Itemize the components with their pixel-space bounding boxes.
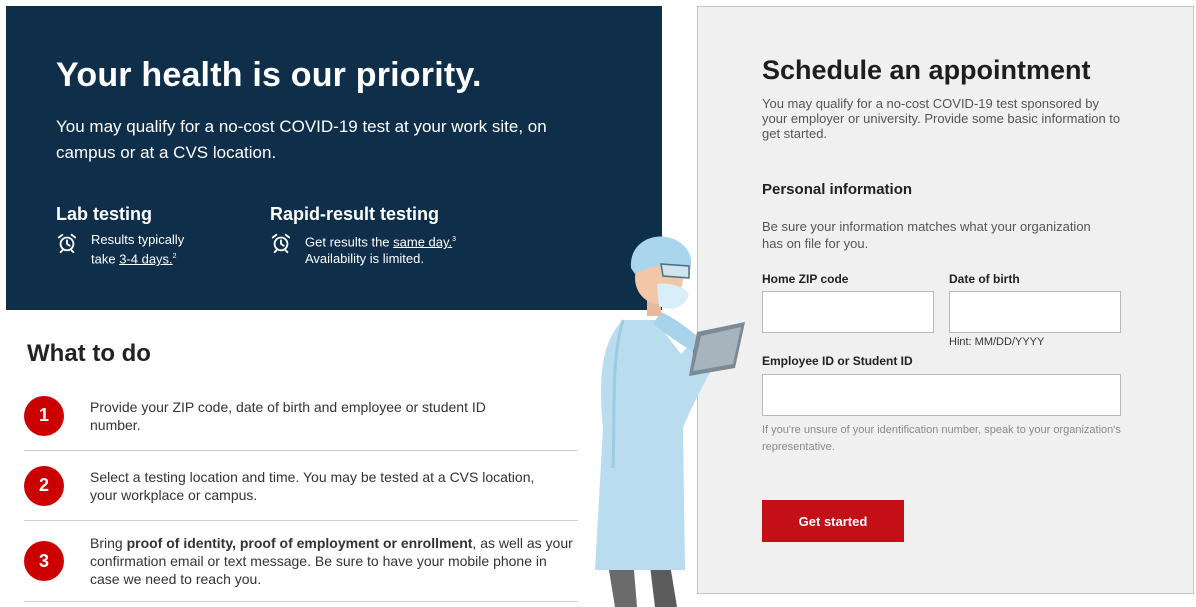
- lab-testing-title: Lab testing: [56, 204, 153, 224]
- zip-input[interactable]: [762, 291, 934, 333]
- step-number: 1: [24, 395, 64, 436]
- dob-label: Date of birth: [949, 272, 1020, 286]
- hero-description: You may qualify for a no-cost COVID-19 t…: [56, 117, 547, 162]
- steps-list: 1 Provide your ZIP code, date of birth a…: [24, 381, 578, 602]
- same-day-link[interactable]: same day.: [393, 234, 452, 249]
- step-text: Bring proof of identity, proof of employ…: [90, 534, 578, 588]
- rapid-text-before: Get results the: [305, 234, 394, 250]
- form-description: You may qualify for a no-cost COVID-19 t…: [762, 96, 1121, 141]
- rapid-testing-block: Rapid-result testing Get results the sam…: [270, 204, 505, 267]
- what-to-do-title: What to do: [27, 340, 151, 367]
- rapid-footnote: 3: [452, 236, 457, 243]
- rapid-testing-title: Rapid-result testing: [270, 204, 440, 224]
- lab-testing-block: Lab testing Results typically take 3-4 d…: [56, 204, 211, 267]
- personal-info-title: Personal information: [762, 181, 913, 198]
- dob-hint: Hint: MM/DD/YYYY: [949, 336, 1045, 348]
- rapid-availability: Availability is limited.: [305, 251, 424, 267]
- list-item: 3 Bring proof of identity, proof of empl…: [24, 521, 578, 602]
- alarm-clock-icon: [271, 233, 291, 254]
- appointment-form-panel: Schedule an appointment You may qualify …: [697, 6, 1194, 594]
- step-number: 2: [24, 465, 64, 506]
- lab-days-link[interactable]: 3-4 days.: [119, 251, 172, 266]
- form-title: Schedule an appointment: [762, 55, 1091, 85]
- hero-title: Your health is our priority.: [56, 56, 482, 94]
- personal-info-description: Be sure your information matches what yo…: [762, 219, 1091, 251]
- step-text-bold: proof of identity, proof of employment o…: [126, 535, 473, 551]
- step-text: Select a testing location and time. You …: [90, 468, 535, 503]
- dob-input[interactable]: [949, 291, 1121, 333]
- health-worker-illustration: [595, 236, 745, 607]
- hero-banner: Your health is our priority. You may qua…: [6, 6, 662, 310]
- lab-testing-text: Results typically take 3-4 days.2: [91, 231, 211, 267]
- list-item: 2 Select a testing location and time. Yo…: [24, 451, 578, 521]
- rapid-testing-text: Get results the same day.3 Availability …: [305, 231, 505, 267]
- step-text: Provide your ZIP code, date of birth and…: [90, 398, 486, 433]
- zip-label: Home ZIP code: [762, 272, 849, 286]
- get-started-button[interactable]: Get started: [762, 500, 904, 542]
- list-item: 1 Provide your ZIP code, date of birth a…: [24, 381, 578, 451]
- lab-footnote: 2: [172, 253, 177, 260]
- alarm-clock-icon: [57, 233, 77, 254]
- step-text-before: Bring: [90, 535, 127, 551]
- step-number: 3: [24, 541, 64, 581]
- employee-id-input[interactable]: [762, 374, 1121, 416]
- employee-id-help: If you're unsure of your identification …: [762, 424, 1121, 453]
- employee-id-label: Employee ID or Student ID: [762, 354, 913, 368]
